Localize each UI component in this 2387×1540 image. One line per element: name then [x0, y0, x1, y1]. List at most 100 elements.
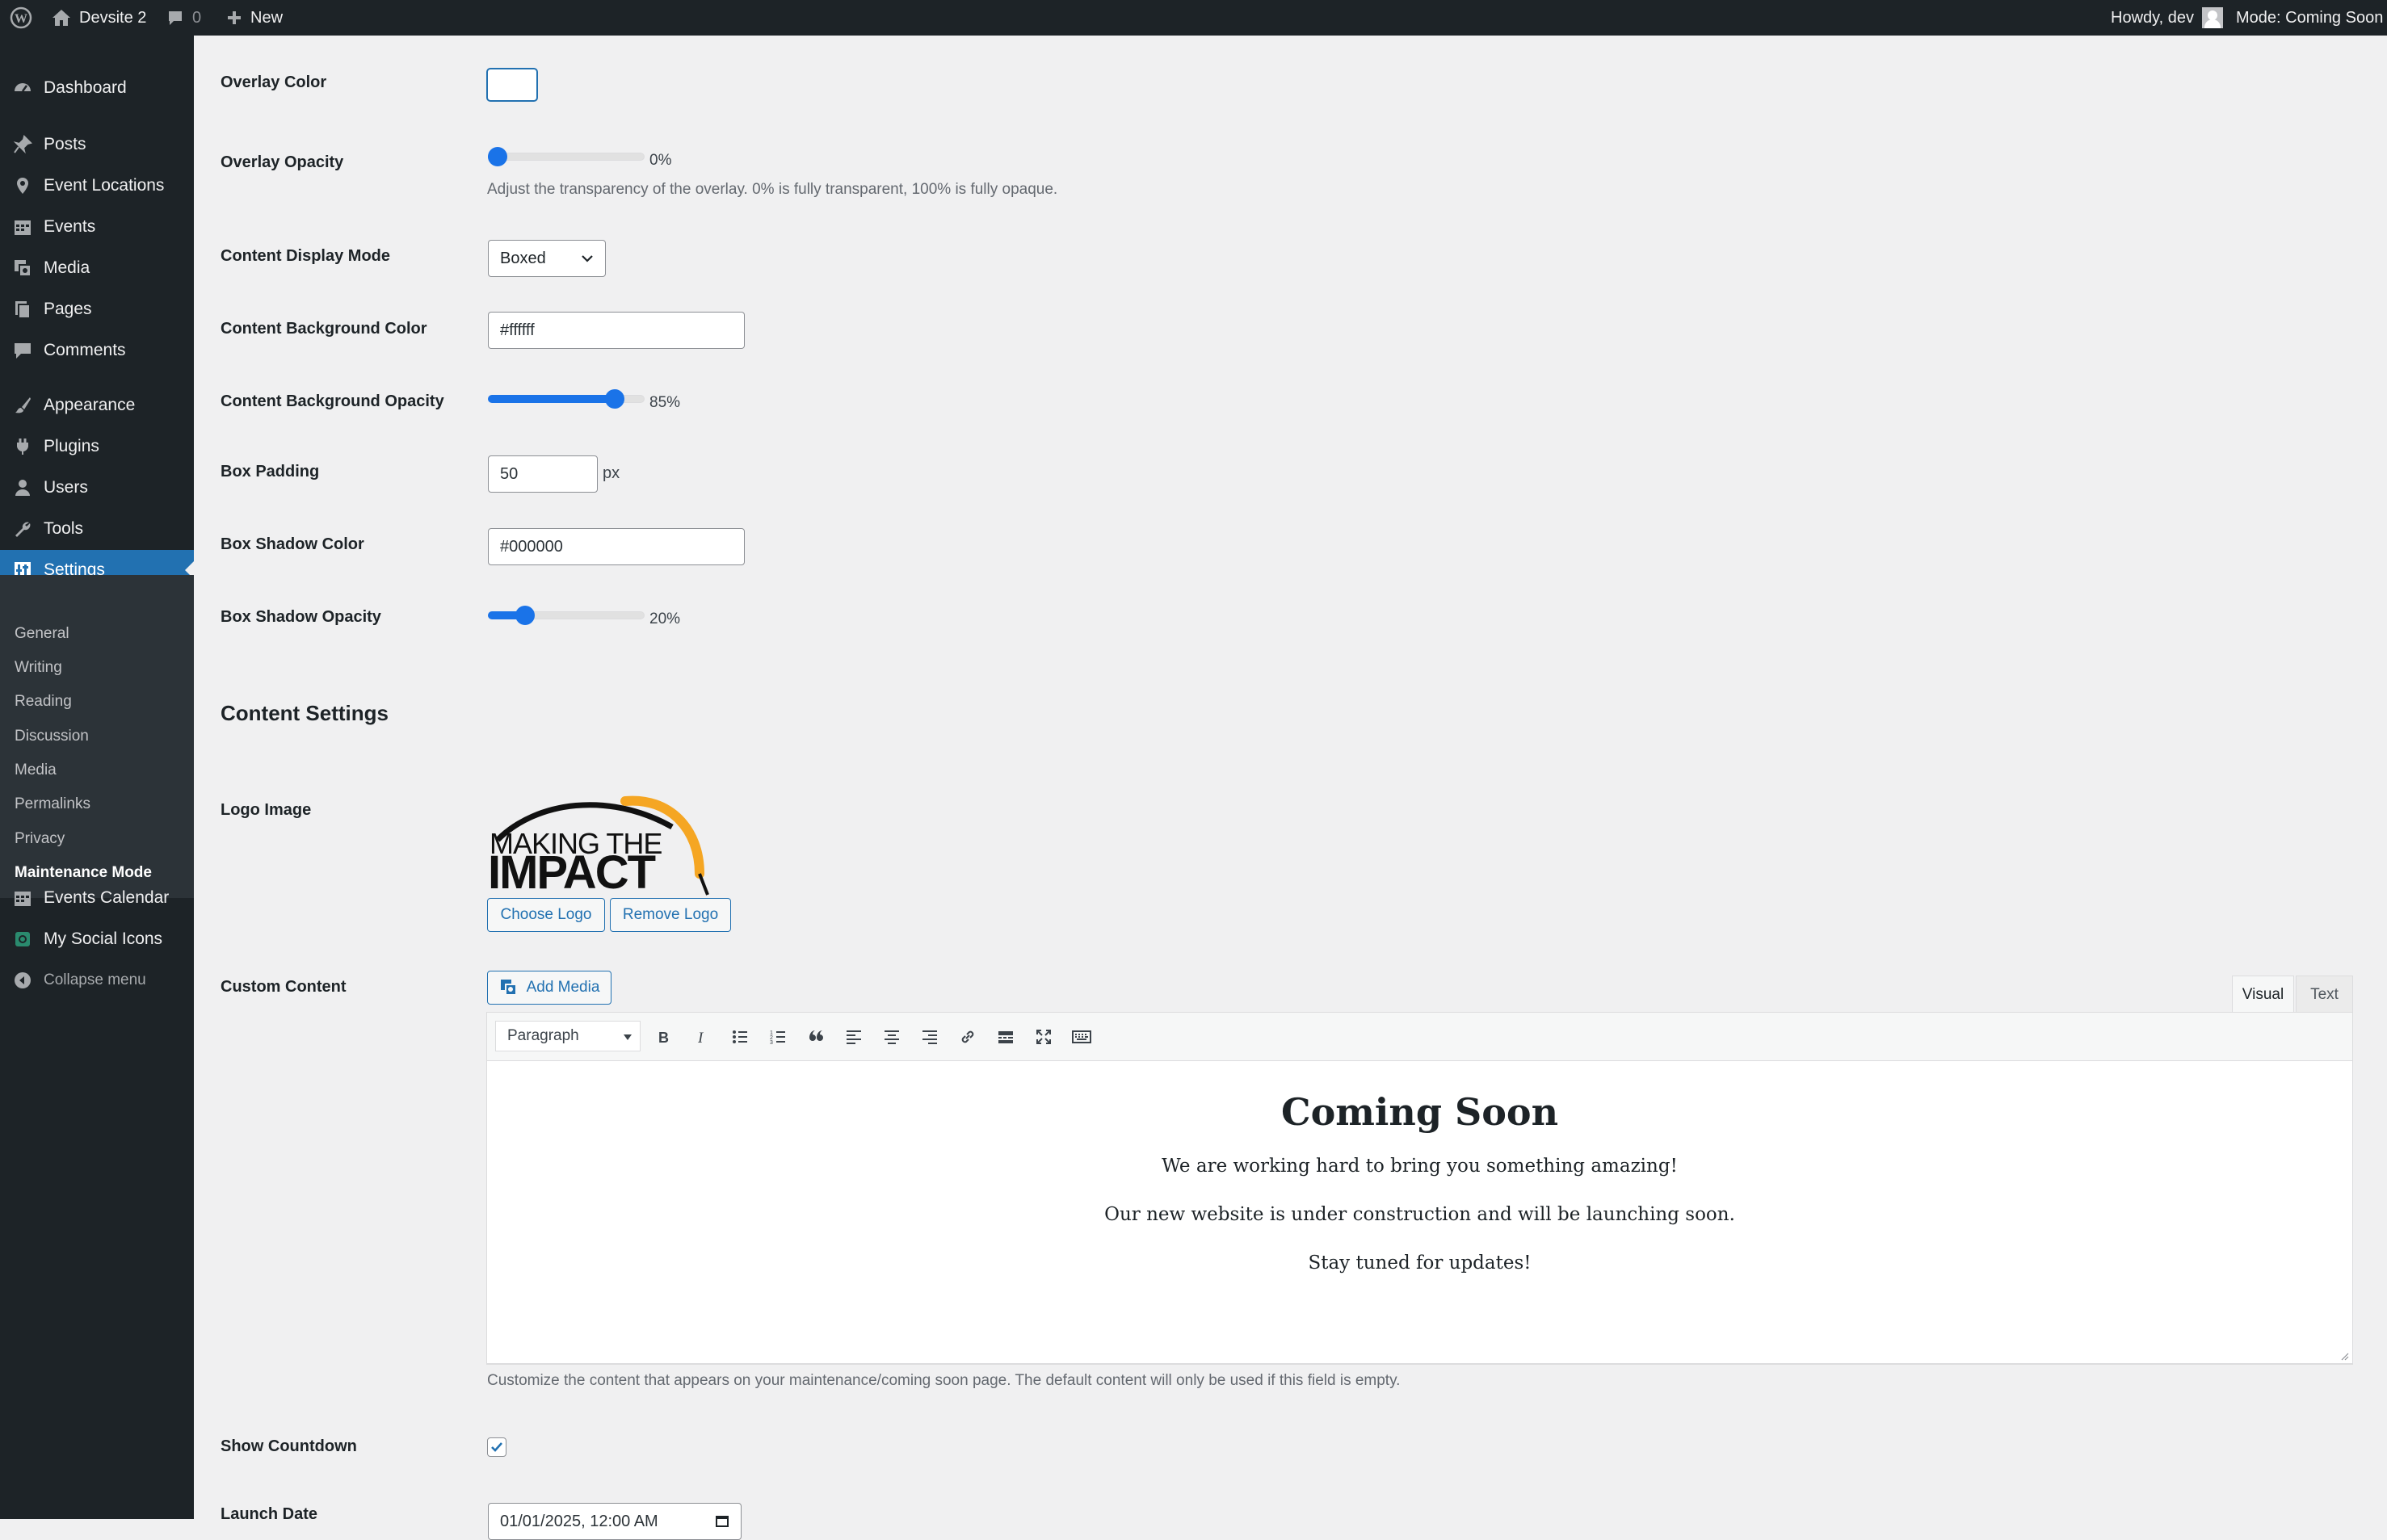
site-name-link[interactable]: Devsite 2 [52, 0, 146, 36]
menu-tools[interactable]: Tools [0, 509, 194, 549]
editor-toolbar: Paragraph B I 123 [487, 1013, 2352, 1061]
submenu-media[interactable]: Media [15, 762, 57, 779]
wordpress-logo-icon[interactable]: W [10, 0, 32, 36]
fullscreen-button[interactable] [1029, 1022, 1058, 1051]
box-shadow-color-label: Box Shadow Color [221, 535, 364, 553]
link-icon [961, 1030, 974, 1043]
comments-link[interactable]: 0 [166, 0, 201, 36]
content-paragraph: Our new website is under construction an… [1104, 1204, 1735, 1225]
blockquote-button[interactable] [801, 1022, 830, 1051]
overlay-opacity-slider[interactable] [488, 147, 645, 166]
logo-image-label: Logo Image [221, 801, 312, 819]
keyboard-icon [1072, 1030, 1091, 1043]
calendar-icon [11, 887, 34, 909]
slider-thumb[interactable] [515, 606, 535, 625]
read-more-button[interactable] [991, 1022, 1020, 1051]
bold-button[interactable]: B [649, 1022, 678, 1051]
checkmark-icon [491, 1442, 502, 1452]
pages-icon [11, 298, 34, 321]
collapse-arrow-icon [11, 969, 34, 992]
slider-fill [488, 395, 615, 403]
content-display-mode-label: Content Display Mode [221, 247, 391, 265]
format-select[interactable]: Paragraph [495, 1021, 641, 1051]
launch-date-input[interactable]: 01/01/2025, 12:00 AM [488, 1503, 742, 1540]
logo-line-2: IMPACT [488, 846, 656, 899]
box-shadow-color-input[interactable]: #000000 [488, 528, 745, 565]
align-left-button[interactable] [839, 1022, 868, 1051]
align-right-button[interactable] [915, 1022, 944, 1051]
new-content-link[interactable]: New [226, 0, 283, 36]
box-padding-input[interactable]: 50 [488, 455, 598, 493]
maintenance-mode-status[interactable]: Mode: Coming Soon [2236, 0, 2383, 36]
editor-content[interactable]: Coming Soon We are working hard to bring… [487, 1061, 2352, 1302]
menu-dashboard[interactable]: Dashboard [0, 68, 194, 108]
box-shadow-opacity-label: Box Shadow Opacity [221, 608, 381, 626]
insert-link-button[interactable] [953, 1022, 982, 1051]
dropdown-arrow-icon [624, 1034, 632, 1040]
content-paragraph: We are working hard to bring you somethi… [1162, 1156, 1678, 1177]
submenu-general[interactable]: General [15, 625, 69, 643]
overlay-opacity-description: Adjust the transparency of the overlay. … [487, 181, 1058, 198]
box-shadow-opacity-slider[interactable] [488, 606, 645, 625]
align-center-button[interactable] [877, 1022, 906, 1051]
menu-media[interactable]: Media [0, 248, 194, 288]
slider-thumb[interactable] [488, 147, 507, 166]
submenu-writing[interactable]: Writing [15, 659, 62, 677]
toolbar-toggle-button[interactable] [1067, 1022, 1096, 1051]
brush-icon [11, 394, 34, 417]
custom-content-editor[interactable]: Paragraph B I 123 Coming Soon We are wor… [486, 1012, 2353, 1365]
calendar-picker-icon[interactable] [715, 1513, 729, 1528]
logo-image: MAKING THE IMPACT [488, 793, 730, 898]
menu-posts[interactable]: Posts [0, 124, 194, 165]
content-bg-opacity-slider[interactable] [488, 389, 645, 409]
svg-text:W: W [15, 12, 27, 26]
menu-users[interactable]: Users [0, 468, 194, 508]
content-heading: Coming Soon [1280, 1090, 1559, 1134]
menu-pages[interactable]: Pages [0, 289, 194, 329]
bullet-list-button[interactable] [725, 1022, 754, 1051]
italic-icon: I [697, 1030, 704, 1045]
submenu-permalinks[interactable]: Permalinks [15, 795, 90, 813]
overlay-color-swatch[interactable] [486, 68, 538, 102]
menu-event-locations[interactable]: Event Locations [0, 166, 194, 206]
slider-track [488, 153, 645, 161]
add-media-icon [500, 980, 517, 996]
calendar-icon [11, 216, 34, 238]
add-media-button[interactable]: Add Media [487, 971, 611, 1005]
show-countdown-label: Show Countdown [221, 1437, 357, 1455]
svg-text:B: B [658, 1030, 669, 1045]
menu-appearance[interactable]: Appearance [0, 385, 194, 426]
submenu-reading[interactable]: Reading [15, 693, 72, 711]
submenu-discussion[interactable]: Discussion [15, 728, 89, 745]
tab-visual[interactable]: Visual [2232, 976, 2294, 1013]
content-bg-color-input[interactable]: #ffffff [488, 312, 745, 349]
choose-logo-button[interactable]: Choose Logo [487, 898, 605, 932]
menu-comments[interactable]: Comments [0, 330, 194, 371]
comments-count: 0 [192, 8, 202, 27]
box-shadow-opacity-value: 20% [649, 611, 681, 627]
slider-thumb[interactable] [604, 389, 624, 409]
launch-date-value: 01/01/2025, 12:00 AM [500, 1512, 658, 1530]
numbered-list-button[interactable]: 123 [763, 1022, 792, 1051]
content-display-mode-select[interactable]: Boxed [488, 240, 606, 277]
show-countdown-checkbox[interactable] [487, 1437, 506, 1457]
my-account-link[interactable]: Howdy, dev [2111, 0, 2224, 36]
location-icon [11, 174, 34, 197]
plugin-icon [11, 435, 34, 458]
comment-bubble-icon [169, 11, 182, 25]
italic-button[interactable]: I [687, 1022, 716, 1051]
collapse-menu-button[interactable]: Collapse menu [0, 960, 194, 1001]
bullet-list-icon [733, 1030, 747, 1043]
social-icon [11, 928, 34, 950]
submenu-privacy[interactable]: Privacy [15, 830, 65, 848]
menu-my-social-icons[interactable]: My Social Icons [0, 919, 194, 959]
resize-handle-icon[interactable] [2339, 1351, 2349, 1361]
menu-events-calendar[interactable]: Events Calendar [0, 878, 194, 918]
menu-plugins[interactable]: Plugins [0, 426, 194, 467]
menu-events[interactable]: Events [0, 207, 194, 247]
editor-bottom-border [486, 1363, 2353, 1364]
tab-text[interactable]: Text [2296, 976, 2353, 1013]
comment-icon [11, 339, 34, 362]
howdy-text: Howdy, dev [2111, 8, 2195, 27]
remove-logo-button[interactable]: Remove Logo [610, 898, 731, 932]
